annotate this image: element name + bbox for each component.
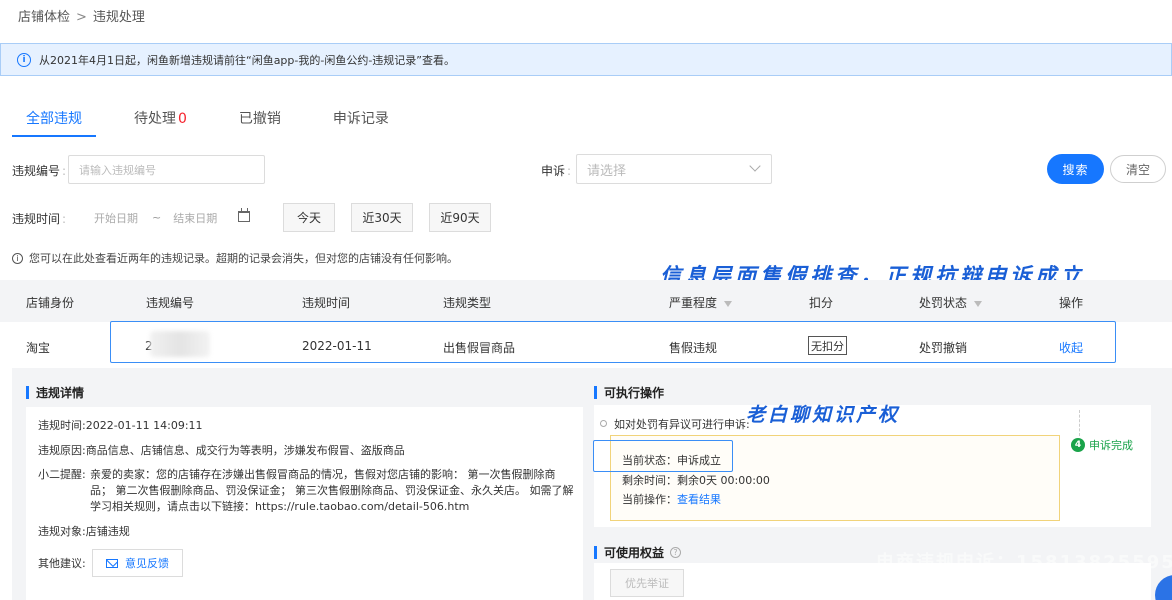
priority-evidence-button[interactable]: 优先举证 [610,569,684,597]
filter-icon[interactable] [724,300,733,307]
tab-label: 申诉记录 [332,111,389,127]
operations-panel-title: 可执行操作 [594,384,664,401]
detail-time: 违规时间:2022-01-11 14:09:11 [38,419,203,432]
tab-all[interactable]: 全部违规 [12,100,96,137]
appeal-placeholder: 请选择 [587,163,627,179]
tip-text: 您可以在此处查看近两年的违规记录。超期的记录会消失，但对您的店铺没有任何影响。 [29,252,458,265]
watermark-text: 电商违规申诉：15813825595 [876,552,1172,573]
detail-reason: 违规原因:商品信息、店铺信息、成交行为等表明，涉嫌发布假冒、盗版商品 [38,444,405,457]
filter-icon[interactable] [974,300,983,307]
remaining-time: 剩余时间：剩余0天 00:00:00 [622,474,770,487]
violation-time-label: 违规时间: [12,212,67,226]
breadcrumb-separator: > [76,10,87,25]
date-range-picker[interactable]: 开始日期 ~ 结束日期 [68,203,268,232]
end-date-placeholder: 结束日期 [173,211,218,225]
help-icon[interactable]: ? [670,547,682,558]
row-highlight-frame [110,321,1116,363]
breadcrumb-parent[interactable]: 店铺体检 [18,10,70,25]
notice-text: 从2021年4月1日起，闲鱼新增违规请前往“闲鱼app-我的-闲鱼公约-违规记录… [39,53,455,67]
th-violation-time: 违规时间 [302,296,351,310]
step-label: 申诉完成 [1089,439,1133,452]
tab-revoked[interactable]: 已撤销 [225,100,295,136]
violation-no-placeholder: 请输入违规编号 [79,163,156,177]
date-tilde: ~ [152,211,162,224]
clear-button[interactable]: 清空 [1110,155,1166,183]
status-highlight-frame [593,440,733,472]
breadcrumb-current: 违规处理 [92,10,145,25]
tab-appeal-records[interactable]: 申诉记录 [319,100,403,136]
pending-count-badge: 0 [178,111,187,127]
mail-icon [106,558,118,568]
quick-today-button[interactable]: 今天 [283,203,335,232]
cell-shop: 淘宝 [26,341,51,355]
calendar-icon [238,208,250,222]
step-connector [1079,410,1080,436]
detail-panel-title: 违规详情 [26,384,84,401]
th-shop: 店铺身份 [26,296,75,310]
appeal-select[interactable]: 请选择 [576,154,772,184]
detail-suggest-label: 其他建议: [38,557,86,570]
detail-reminder: 小二提醒: 亲爱的卖家：您的店铺存在涉嫌出售假冒商品的情况，售假对您店铺的影响： … [38,468,574,513]
appeal-label: 申诉: [541,164,572,178]
info-icon: i [17,52,31,67]
violation-tabs: 全部违规 待处理 0 已撤销 申诉记录 [12,100,427,137]
feedback-button[interactable]: 意见反馈 [92,549,183,577]
violation-no-input[interactable]: 请输入违规编号 [68,155,265,184]
search-button[interactable]: 搜索 [1047,154,1104,184]
th-violation-no: 违规编号 [146,296,195,310]
tab-label: 全部违规 [26,111,82,127]
start-date-placeholder: 开始日期 [94,211,138,225]
info-icon: i [12,252,23,264]
chevron-down-icon [749,160,761,172]
quick-90days-button[interactable]: 近90天 [429,203,491,232]
th-severity: 严重程度 [669,294,733,311]
current-action: 当前操作：查看结果 [622,493,721,506]
view-result-link[interactable]: 查看结果 [677,493,721,506]
tab-label: 待处理 [134,111,176,127]
step-number-badge: 4 [1071,438,1085,452]
history-tip: i 您可以在此处查看近两年的违规记录。超期的记录会消失，但对您的店铺没有任何影响… [12,250,458,266]
th-violation-type: 违规类型 [443,296,492,310]
step-dot-icon [600,420,607,427]
th-points: 扣分 [809,296,834,310]
appeal-step-text: 如对处罚有异议可进行申诉: [614,418,750,431]
quick-30days-button[interactable]: 近30天 [351,203,413,232]
tab-label: 已撤销 [238,111,281,127]
breadcrumb: 店铺体检 > 违规处理 [18,6,145,25]
table-header: 店铺身份 违规编号 违规时间 违规类型 严重程度 扣分 处罚状态 操作 [0,280,1172,322]
tab-pending[interactable]: 待处理 0 [120,100,201,136]
th-status: 处罚状态 [919,294,983,311]
violation-no-label: 违规编号: [12,164,67,178]
rights-panel-title: 可使用权益? [594,544,682,561]
detail-target: 违规对象:店铺违规 [38,525,130,538]
notice-banner: i 从2021年4月1日起，闲鱼新增违规请前往“闲鱼app-我的-闲鱼公约-违规… [0,43,1172,76]
overlay-signature: 老白聊知识产权 [746,404,901,426]
appeal-complete-step: 4 申诉完成 [1071,437,1133,453]
th-action: 操作 [1059,296,1084,310]
